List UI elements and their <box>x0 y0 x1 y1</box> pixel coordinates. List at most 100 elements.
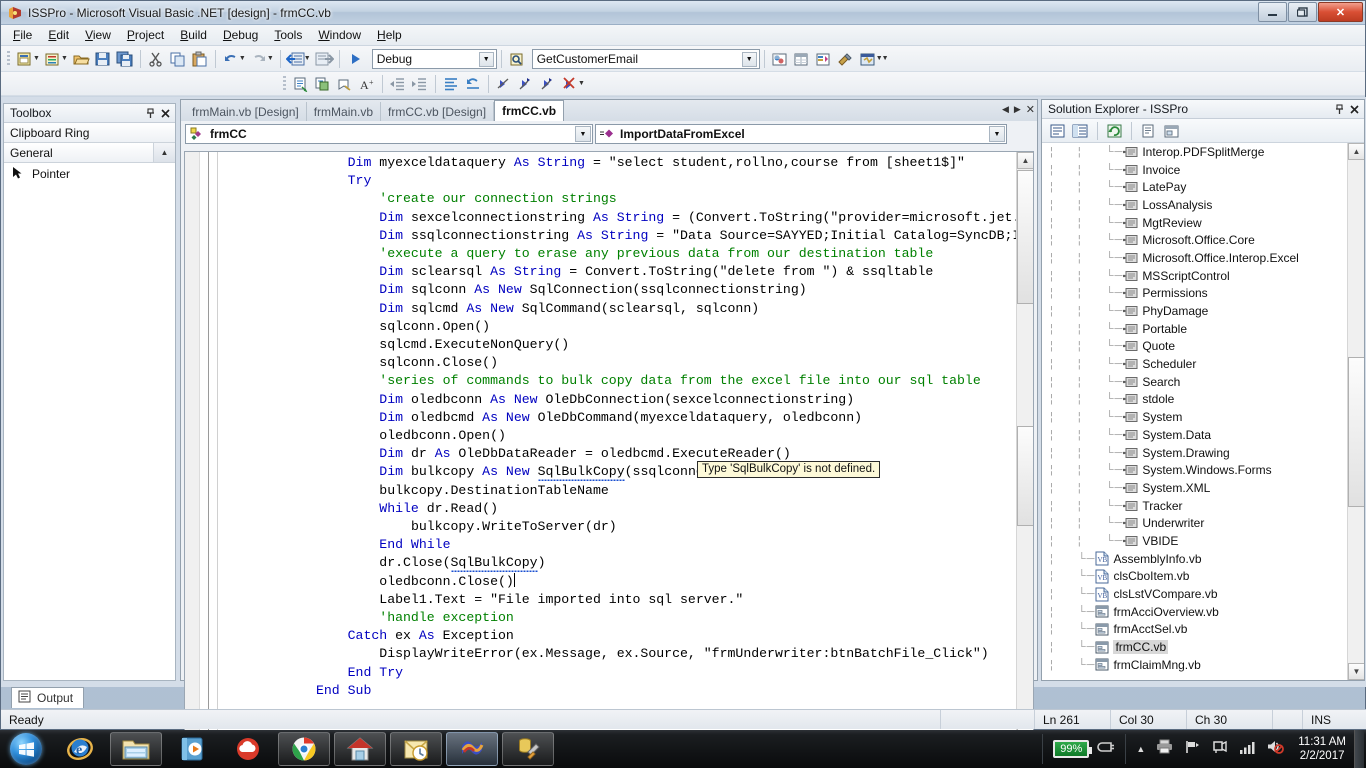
pin-icon[interactable] <box>1332 102 1347 117</box>
refresh-icon[interactable] <box>1104 121 1125 141</box>
properties-pages-icon[interactable] <box>857 48 879 70</box>
font-size-icon[interactable]: A + <box>356 73 378 95</box>
tab-frmmain-code[interactable]: frmMain.vb <box>307 102 382 121</box>
chevron-down-icon[interactable]: ▼ <box>741 51 757 67</box>
tab-next-icon[interactable]: ▶ <box>1014 104 1021 115</box>
signal-icon[interactable] <box>1239 740 1255 759</box>
decrease-indent-icon[interactable] <box>387 73 409 95</box>
solution-tree-node[interactable]: ¦ ¦ └─ Tracker <box>1042 497 1347 515</box>
taskbar-visual-studio[interactable] <box>446 732 498 766</box>
maximize-button[interactable] <box>1288 2 1317 22</box>
copy-icon[interactable] <box>167 48 189 70</box>
toolbar-options-icon[interactable]: ▼ <box>882 55 889 62</box>
solution-tree-node[interactable]: ¦ ¦ └─ System.Data <box>1042 426 1347 444</box>
menu-help[interactable]: Help <box>369 26 410 44</box>
solution-tree-node[interactable]: ¦ ¦ └─ System.XML <box>1042 479 1347 497</box>
solution-tree-node[interactable]: ¦ └─ VB clsCboItem.vb <box>1042 568 1347 586</box>
save-icon[interactable] <box>92 48 114 70</box>
navigate-back-icon[interactable] <box>285 48 307 70</box>
solution-tree-node[interactable]: ¦ ¦ └─ LatePay <box>1042 178 1347 196</box>
solution-explorer-icon[interactable] <box>769 48 791 70</box>
vertical-scroll-thumb-2[interactable] <box>1017 426 1033 526</box>
menu-view[interactable]: View <box>77 26 119 44</box>
battery-area[interactable]: 99% <box>1042 734 1127 764</box>
view-code-icon[interactable] <box>1138 121 1159 141</box>
redo-icon[interactable] <box>248 48 270 70</box>
code-editor[interactable]: Dim myexceldataquery As String = "select… <box>184 151 1034 763</box>
battery-percent[interactable]: 99% <box>1053 740 1093 758</box>
solution-tree-node[interactable]: ¦ ¦ └─ stdole <box>1042 391 1347 409</box>
show-all-files-icon[interactable] <box>1070 121 1091 141</box>
solution-tree-node[interactable]: ¦ └─ VB AssemblyInfo.vb <box>1042 550 1347 568</box>
solution-tree-node[interactable]: ¦ └─ frmAcctSel.vb <box>1042 621 1347 639</box>
taskbar-microsoft-outlook[interactable] <box>390 732 442 766</box>
pin-icon[interactable] <box>143 106 158 121</box>
scroll-up-icon[interactable]: ▲ <box>1017 152 1033 169</box>
toolbar-grip[interactable] <box>7 50 10 67</box>
editor-vertical-scrollbar[interactable]: ▲ ▼ <box>1016 152 1033 762</box>
close-icon[interactable] <box>1347 102 1362 117</box>
close-button[interactable]: ✕ <box>1318 2 1363 22</box>
next-bookmark-icon[interactable] <box>493 73 515 95</box>
tab-prev-icon[interactable]: ◀ <box>1002 104 1009 115</box>
taskbar-home-app[interactable] <box>334 732 386 766</box>
undo-format-icon[interactable] <box>462 73 484 95</box>
taskbar-windows-explorer[interactable] <box>110 732 162 766</box>
solution-tree-node[interactable]: ¦ ¦ └─ Microsoft.Office.Core <box>1042 231 1347 249</box>
toolbox-item-pointer[interactable]: Pointer <box>4 163 175 185</box>
show-hidden-icons-arrow[interactable]: ▲ <box>1136 744 1145 754</box>
bookmark-icon[interactable] <box>334 73 356 95</box>
view-designer-icon[interactable] <box>1161 121 1182 141</box>
taskbar-cloud-app[interactable] <box>222 732 274 766</box>
tab-frmcc-design[interactable]: frmCC.vb [Design] <box>381 102 495 121</box>
open-file-icon[interactable] <box>70 48 92 70</box>
printer-icon[interactable] <box>1156 739 1173 759</box>
solution-tree-node[interactable]: ¦ ¦ └─ LossAnalysis <box>1042 196 1347 214</box>
show-desktop-button[interactable] <box>1354 730 1364 768</box>
solution-tree-node[interactable]: ¦ ¦ └─ System.Drawing <box>1042 444 1347 462</box>
solution-tree-node[interactable]: ¦ ¦ └─ Microsoft.Office.Interop.Excel <box>1042 249 1347 267</box>
chevron-down-icon[interactable]: ▼ <box>478 51 494 67</box>
solution-tree-node[interactable]: ¦ └─ frmCC.vb <box>1042 638 1347 656</box>
undo-icon[interactable] <box>220 48 242 70</box>
properties-icon[interactable] <box>1047 121 1068 141</box>
scroll-up-icon[interactable]: ▲ <box>153 143 175 162</box>
solution-tree-node[interactable]: ¦ └─ VB clsLstVCompare.vb <box>1042 585 1347 603</box>
solution-tree-node[interactable]: ¦ ¦ └─ Interop.PDFSplitMerge <box>1042 143 1347 161</box>
prev-bookmark-icon[interactable] <box>515 73 537 95</box>
tab-frmmain-design[interactable]: frmMain.vb [Design] <box>185 102 307 121</box>
menu-build[interactable]: Build <box>172 26 215 44</box>
solution-tree-node[interactable]: ¦ ¦ └─ Search <box>1042 373 1347 391</box>
menu-window[interactable]: Window <box>310 26 369 44</box>
toggle-bookmark-icon[interactable] <box>559 73 581 95</box>
chevron-down-icon[interactable]: ▼ <box>575 126 591 142</box>
format-icon[interactable] <box>440 73 462 95</box>
new-project-icon[interactable] <box>14 48 36 70</box>
close-icon[interactable] <box>158 106 173 121</box>
solution-vertical-scrollbar[interactable]: ▲ ▼ <box>1347 143 1364 680</box>
flag-action-center-icon[interactable] <box>1184 739 1201 759</box>
increase-indent-icon[interactable] <box>409 73 431 95</box>
solution-tree-node[interactable]: ¦ ¦ └─ MSScriptControl <box>1042 267 1347 285</box>
find-combo[interactable]: GetCustomerEmail ▼ <box>531 48 760 69</box>
solution-tree-node[interactable]: ¦ ¦ └─ Invoice <box>1042 161 1347 179</box>
taskbar-windows-media-player[interactable] <box>166 732 218 766</box>
taskbar-google-chrome[interactable] <box>278 732 330 766</box>
solution-tree-node[interactable]: ¦ ¦ └─ Underwriter <box>1042 514 1347 532</box>
solution-configuration-combo[interactable]: Debug ▼ <box>371 48 497 69</box>
toolbox-section-clipboard-ring[interactable]: Clipboard Ring <box>4 123 175 143</box>
scroll-down-icon[interactable]: ▼ <box>1348 663 1364 680</box>
menu-debug[interactable]: Debug <box>215 26 266 44</box>
scroll-up-icon[interactable]: ▲ <box>1348 143 1364 160</box>
menu-tools[interactable]: Tools <box>266 26 310 44</box>
taskbar-database-tools[interactable] <box>502 732 554 766</box>
toolbox-icon[interactable] <box>835 48 857 70</box>
properties-window-icon[interactable] <box>791 48 813 70</box>
taskbar-internet-explorer[interactable]: e <box>54 732 106 766</box>
start-debug-icon[interactable] <box>344 48 366 70</box>
clear-bookmarks-icon[interactable] <box>537 73 559 95</box>
start-button[interactable] <box>2 731 50 767</box>
comment-block-icon[interactable] <box>290 73 312 95</box>
toolbox-section-general[interactable]: General ▲ <box>4 143 175 163</box>
paste-icon[interactable] <box>189 48 211 70</box>
